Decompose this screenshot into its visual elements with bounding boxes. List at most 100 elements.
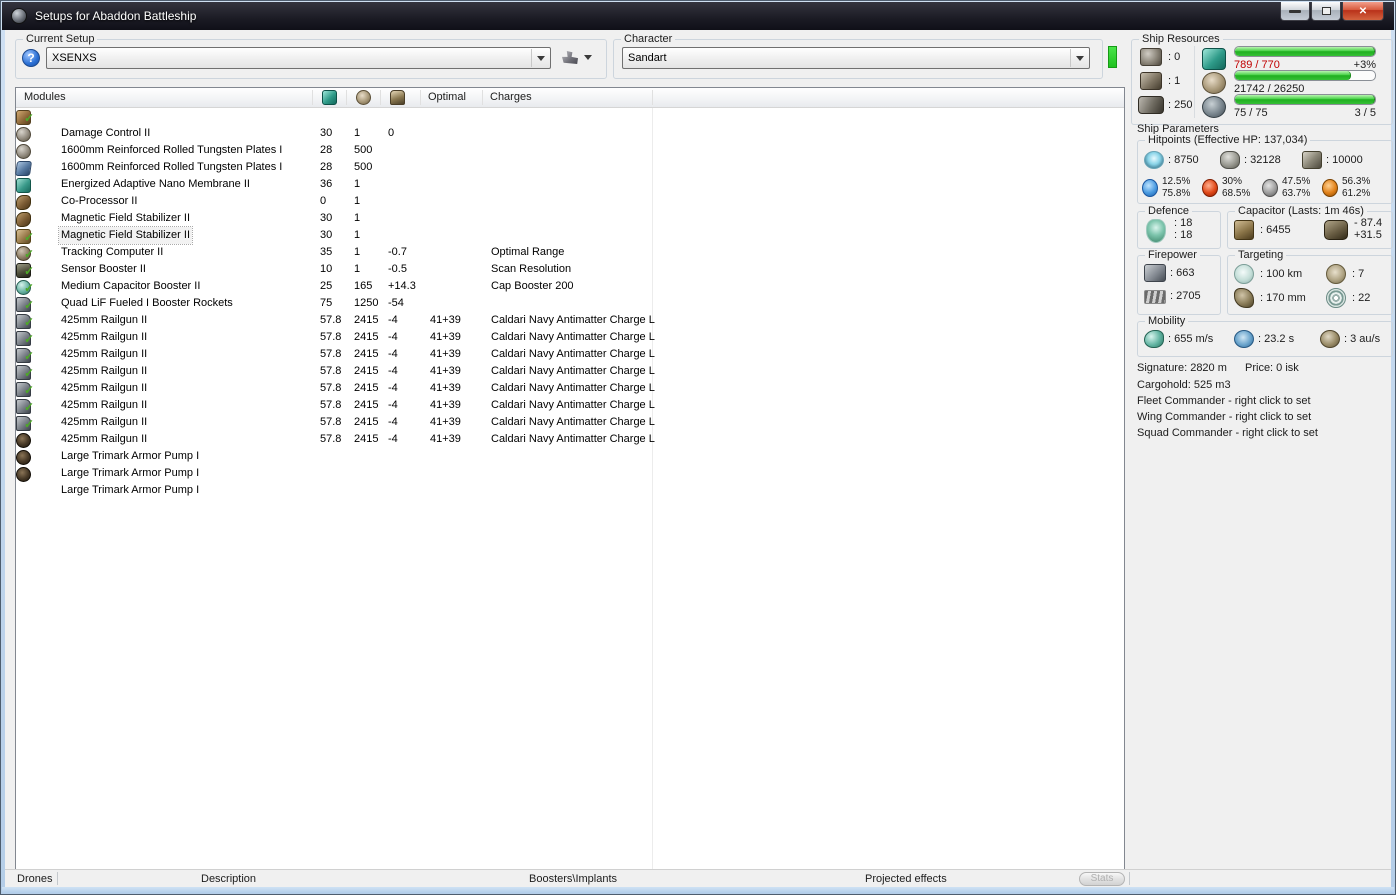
drone-count-value: 3 / 5: [1354, 107, 1376, 119]
kinetic-resist-values: 47.5% 63.7%: [1282, 176, 1311, 199]
setup-combobox-value: XSENXS: [52, 52, 97, 64]
structure-hp-value: : 10000: [1326, 154, 1363, 166]
panel-separator[interactable]: [57, 872, 58, 885]
fitted-check-icon: ✓: [24, 400, 35, 414]
align-time-value: : 23.2 s: [1258, 333, 1295, 345]
column-modules[interactable]: Modules: [24, 91, 66, 103]
fitted-check-icon: ✓: [24, 281, 35, 295]
module-row[interactable]: Large Trimark Armor Pump I: [16, 433, 1124, 462]
calibration-value: : 250: [1168, 99, 1193, 111]
firepower-group: Firepower : 663 : 2705: [1137, 249, 1221, 315]
capacitor-group: Capacitor (Lasts: 1m 46s) : 6455 - 87.4 +…: [1227, 205, 1393, 249]
signature-value: Signature: 2820 m: [1137, 362, 1227, 374]
powergrid-icon: [1202, 72, 1226, 94]
current-setup-label: Current Setup: [23, 33, 98, 45]
module-row[interactable]: Large Trimark Armor Pump I: [16, 467, 1124, 496]
em-resist-values: 12.5% 75.8%: [1162, 176, 1191, 199]
fleet-commander-setting[interactable]: Fleet Commander - right click to set: [1137, 395, 1311, 407]
fitted-check-icon: ✓: [24, 383, 35, 397]
capacitor-battery-icon: [1234, 220, 1254, 240]
cpu-column-icon[interactable]: [322, 90, 337, 105]
max-targets-icon: [1326, 264, 1346, 284]
module-row[interactable]: ✓ 425mm Railgun II 57.8 2415 -4 41+39 Caldari …: [16, 365, 1124, 394]
character-skills-status-indicator: [1108, 46, 1117, 68]
module-row[interactable]: ✓ 425mm Railgun II 57.8 2415 -4 41+39 Caldari …: [16, 416, 1124, 445]
targeting-group: Targeting : 100 km : 7 : 170 mm : 22: [1227, 249, 1393, 315]
launcher-hardpoints-icon: [1140, 72, 1162, 90]
module-row[interactable]: ✓ 425mm Railgun II 57.8 2415 -4 41+39 Caldari …: [16, 314, 1124, 343]
client-area: Current Setup ? XSENXS Character Sandart…: [5, 30, 1393, 887]
drones-panel-header[interactable]: Drones: [17, 873, 52, 885]
close-button[interactable]: ✕: [1342, 2, 1384, 21]
cpu-bar: [1234, 46, 1376, 57]
setup-combobox[interactable]: XSENXS: [46, 47, 551, 69]
module-row[interactable]: Energized Adaptive Nano Membrane II 36 1: [14, 161, 1124, 190]
module-icon-rig: [16, 467, 31, 482]
module-row[interactable]: Co-Processor II 0 1: [16, 178, 1124, 207]
module-row[interactable]: ✓ 425mm Railgun II 57.8 2415 -4 41+39 Caldari …: [16, 297, 1124, 326]
description-panel-header[interactable]: Description: [201, 873, 256, 885]
tools-icon: [562, 51, 578, 64]
current-setup-group: Current Setup ? XSENXS: [15, 33, 607, 79]
character-group: Character Sandart: [613, 33, 1103, 79]
setup-tools-button[interactable]: [562, 51, 592, 64]
signature-resolution-icon: [1234, 288, 1254, 308]
boosters-implants-panel-header[interactable]: Boosters\Implants: [529, 873, 617, 885]
projected-effects-panel-header[interactable]: Projected effects: [865, 873, 947, 885]
chevron-down-icon: [1075, 55, 1084, 61]
module-row[interactable]: Magnetic Field Stabilizer II 30 1: [16, 212, 1124, 245]
module-row[interactable]: ✓ Quad LiF Fueled I Booster Rockets 75 1250…: [16, 280, 1124, 309]
module-row[interactable]: ✓ Sensor Booster II 10 1 -0.5 Scan Resolution: [16, 246, 1124, 275]
fitted-check-icon: ✓: [24, 264, 35, 278]
module-row[interactable]: 1600mm Reinforced Rolled Tungsten Plates…: [16, 144, 1124, 173]
align-time-icon: [1234, 330, 1254, 348]
module-row[interactable]: Large Trimark Armor Pump I: [16, 450, 1124, 479]
stats-button[interactable]: Stats: [1079, 872, 1125, 886]
module-row[interactable]: ✓ Medium Capacitor Booster II 25 165 +14.3 Ca…: [16, 263, 1124, 292]
squad-commander-setting[interactable]: Squad Commander - right click to set: [1137, 427, 1318, 439]
capacitor-column-icon[interactable]: [390, 90, 405, 105]
firepower-title: Firepower: [1145, 249, 1200, 261]
setup-combobox-arrow[interactable]: [531, 49, 549, 67]
drone-bar: [1234, 94, 1376, 105]
targeting-title: Targeting: [1235, 249, 1287, 261]
fitted-check-icon: ✓: [24, 417, 35, 431]
cap-booster-icon: [1324, 220, 1348, 240]
module-row[interactable]: ✓ 425mm Railgun II 57.8 2415 -4 41+39 Caldari …: [16, 331, 1124, 360]
module-row[interactable]: 1600mm Reinforced Rolled Tungsten Plates…: [16, 127, 1124, 156]
armor-hp-icon: [1220, 151, 1240, 169]
minimize-button[interactable]: [1280, 2, 1310, 21]
module-row[interactable]: ✓ 425mm Railgun II 57.8 2415 -4 41+39 Caldari …: [16, 399, 1124, 428]
shield-hp-icon: [1144, 151, 1164, 169]
column-optimal[interactable]: Optimal: [428, 91, 466, 103]
dps-icon: [1144, 290, 1166, 304]
mobility-title: Mobility: [1145, 315, 1189, 327]
character-combobox-arrow[interactable]: [1070, 49, 1088, 67]
stats-button-label: Stats: [1090, 873, 1114, 884]
volley-icon: [1144, 264, 1166, 282]
module-row[interactable]: ✓ Tracking Computer II 35 1 -0.7 Optimal Rang…: [16, 229, 1124, 258]
module-row[interactable]: ✓ 425mm Railgun II 57.8 2415 -4 41+39 Caldari …: [16, 382, 1124, 411]
restore-icon: [1321, 7, 1331, 15]
restore-button[interactable]: [1311, 2, 1341, 21]
warp-speed-icon: [1320, 330, 1340, 348]
max-targets-value: : 7: [1352, 268, 1365, 280]
ship-resources-group: Ship Resources : 0 : 1 : 250 789 / 770 +…: [1131, 33, 1393, 125]
help-button[interactable]: ?: [22, 49, 40, 67]
powergrid-column-icon[interactable]: [356, 90, 371, 105]
bottom-panel-bar: Drones Description Boosters\Implants Pro…: [5, 869, 1391, 887]
wing-commander-setting[interactable]: Wing Commander - right click to set: [1137, 411, 1311, 423]
character-combobox[interactable]: Sandart: [622, 47, 1090, 69]
column-charges[interactable]: Charges: [490, 91, 532, 103]
module-row[interactable]: Magnetic Field Stabilizer II 30 1: [16, 195, 1124, 224]
price-value: Price: 0 isk: [1245, 362, 1299, 374]
module-list: ✓ Damage Control II 30 1 0 1600mm Reinforced …: [14, 110, 1124, 496]
fitted-check-icon: ✓: [24, 111, 35, 125]
column-separator: [346, 90, 347, 105]
module-row[interactable]: ✓ Damage Control II 30 1 0: [16, 110, 1124, 139]
module-row[interactable]: ✓ 425mm Railgun II 57.8 2415 -4 41+39 Caldari …: [16, 348, 1124, 377]
cpu-bar-fill: [1235, 47, 1375, 56]
fitted-check-icon: ✓: [24, 315, 35, 329]
kinetic-resist-icon: [1262, 179, 1278, 197]
panel-separator[interactable]: [1129, 872, 1130, 885]
